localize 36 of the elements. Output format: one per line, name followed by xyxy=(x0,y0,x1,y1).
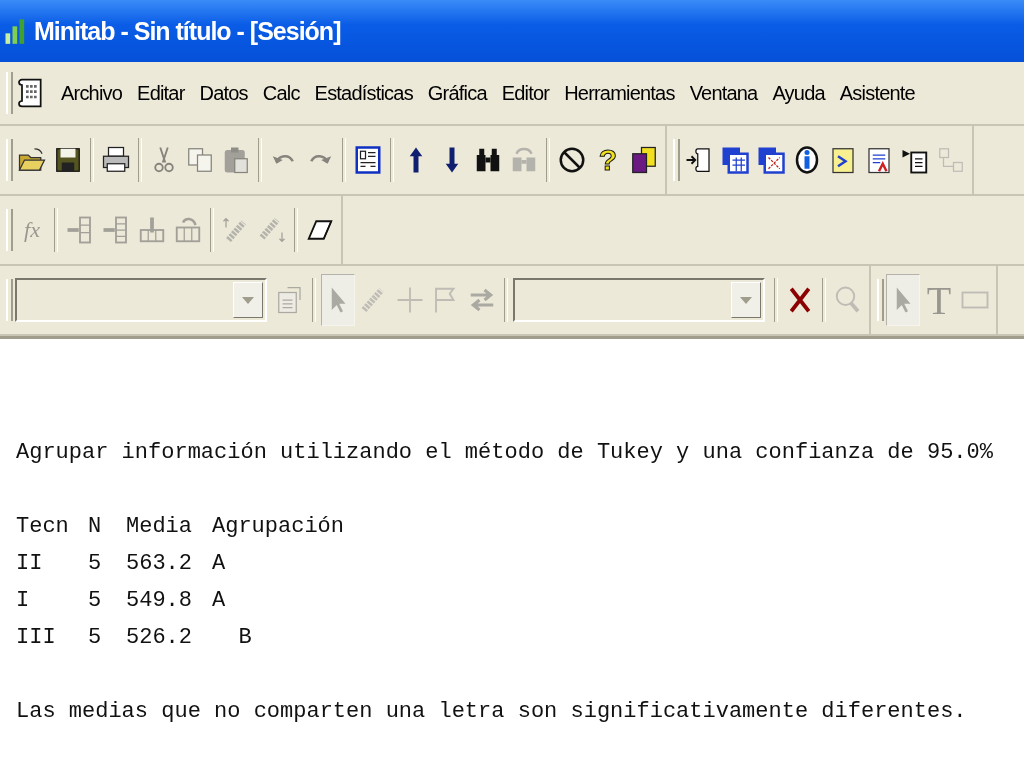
column-header: N xyxy=(88,513,102,541)
menu-item[interactable]: Editor xyxy=(501,81,550,105)
table-cell-text: 563.2 xyxy=(126,550,192,578)
table-cell-text: A xyxy=(212,587,226,615)
column-header: Tecn xyxy=(16,513,69,541)
table-cell-text: II xyxy=(16,550,43,578)
toolbar-grip[interactable] xyxy=(6,209,13,251)
toolbar-grip[interactable] xyxy=(6,72,13,114)
menu-item[interactable]: Ayuda xyxy=(772,81,825,105)
table-cell-text: I xyxy=(16,587,30,615)
table-cell-text: A xyxy=(212,550,226,578)
output-heading: Agrupar información utilizando el método de Tukey y una confianza de 95.0% xyxy=(16,439,994,467)
table-cell-text: III xyxy=(16,624,56,652)
menu-item[interactable]: Herramientas xyxy=(564,81,675,105)
toolbar-grip[interactable] xyxy=(877,279,884,321)
table-cell-text: 5 xyxy=(88,624,102,652)
menu-item[interactable]: Asistente xyxy=(839,81,915,105)
menu-item[interactable]: Estadísticas xyxy=(314,81,413,105)
toolbar-grip[interactable] xyxy=(673,139,680,181)
table-cell-text: 5 xyxy=(88,550,102,578)
table-cell-text: 526.2 xyxy=(126,624,192,652)
toolbar-grip[interactable] xyxy=(6,139,13,181)
column-header: Agrupación xyxy=(212,513,345,541)
table-cell-text: B xyxy=(237,624,252,652)
column-header: Media xyxy=(126,513,192,541)
toolbar-grip[interactable] xyxy=(6,279,13,321)
window-title: Minitab - Sin título - [Sesión] xyxy=(34,16,341,46)
menu-item[interactable]: Ventana xyxy=(689,81,758,105)
menu-item[interactable]: Archivo xyxy=(61,81,123,105)
menu-item[interactable]: Gráfica xyxy=(427,81,487,105)
output-note: Las medias que no comparten una letra son significativamente diferentes. xyxy=(16,698,968,726)
table-cell-text: 5 xyxy=(88,587,102,615)
menu-item[interactable]: Editar xyxy=(137,81,185,105)
table-cell-text: 549.8 xyxy=(126,587,192,615)
menu-item[interactable]: Calc xyxy=(262,81,300,105)
menu-item[interactable]: Datos xyxy=(199,81,248,105)
